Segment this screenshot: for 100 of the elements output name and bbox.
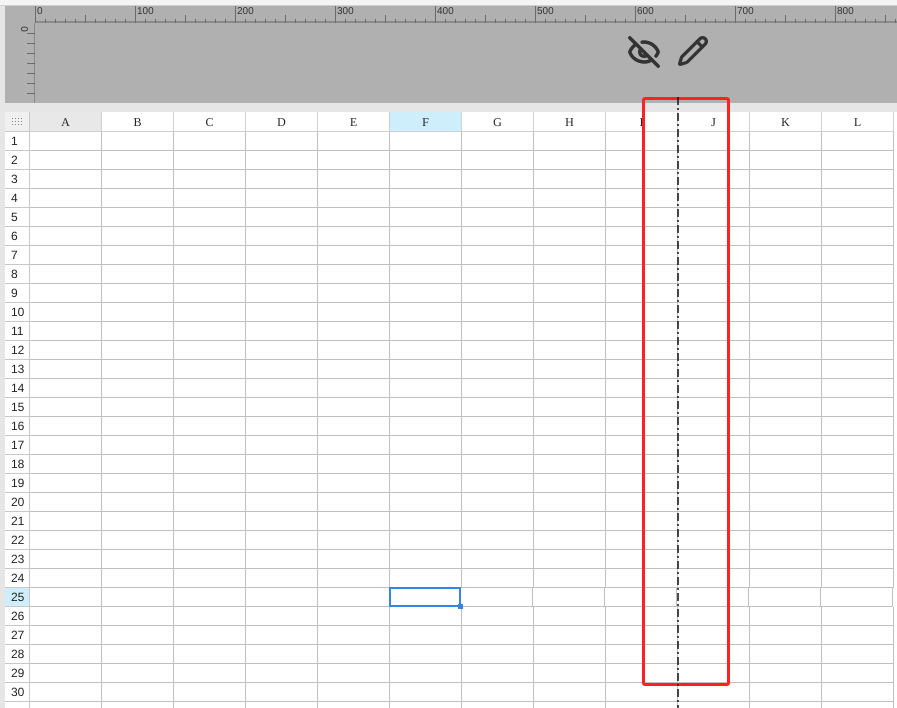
table-cell[interactable] xyxy=(318,493,390,512)
table-cell[interactable] xyxy=(678,170,750,189)
table-cell[interactable] xyxy=(30,569,102,588)
table-cell[interactable] xyxy=(102,284,174,303)
table-cell[interactable] xyxy=(318,208,390,227)
table-cell[interactable] xyxy=(246,626,318,645)
table-cell[interactable] xyxy=(318,531,390,550)
table-cell[interactable] xyxy=(30,512,102,531)
table-cell[interactable] xyxy=(462,151,534,170)
table-cell[interactable] xyxy=(822,284,894,303)
table-cell[interactable] xyxy=(390,265,462,284)
table-cell[interactable] xyxy=(30,398,102,417)
table-cell[interactable] xyxy=(677,588,749,607)
table-cell[interactable] xyxy=(606,132,678,151)
table-cell[interactable] xyxy=(318,683,390,702)
table-cell[interactable] xyxy=(678,607,750,626)
row-header[interactable]: 22 xyxy=(5,531,30,550)
table-cell[interactable] xyxy=(750,512,822,531)
table-cell[interactable] xyxy=(534,474,606,493)
selected-cell[interactable] xyxy=(389,587,461,607)
table-cell[interactable] xyxy=(30,170,102,189)
row-header[interactable]: 16 xyxy=(5,417,30,436)
table-cell[interactable] xyxy=(390,398,462,417)
table-cell[interactable] xyxy=(678,664,750,683)
table-cell[interactable] xyxy=(462,303,534,322)
row-header[interactable]: 19 xyxy=(5,474,30,493)
table-cell[interactable] xyxy=(102,360,174,379)
table-cell[interactable] xyxy=(462,398,534,417)
table-cell[interactable] xyxy=(822,436,894,455)
table-cell[interactable] xyxy=(534,227,606,246)
table-cell[interactable] xyxy=(462,512,534,531)
table-cell[interactable] xyxy=(318,246,390,265)
table-cell[interactable] xyxy=(30,588,102,607)
table-cell[interactable] xyxy=(534,208,606,227)
table-cell[interactable] xyxy=(678,322,750,341)
table-cell[interactable] xyxy=(462,531,534,550)
table-cell[interactable] xyxy=(606,607,678,626)
table-cell[interactable] xyxy=(462,322,534,341)
row-header[interactable]: 28 xyxy=(5,645,30,664)
table-cell[interactable] xyxy=(246,569,318,588)
table-cell[interactable] xyxy=(390,493,462,512)
table-cell[interactable] xyxy=(102,512,174,531)
column-header[interactable]: H xyxy=(534,112,606,132)
table-cell[interactable] xyxy=(750,474,822,493)
table-cell[interactable] xyxy=(750,170,822,189)
table-cell[interactable] xyxy=(678,645,750,664)
table-cell[interactable] xyxy=(246,341,318,360)
table-cell[interactable] xyxy=(534,512,606,531)
table-cell[interactable] xyxy=(678,341,750,360)
table-cell[interactable] xyxy=(390,512,462,531)
table-cell[interactable] xyxy=(318,626,390,645)
table-cell[interactable] xyxy=(390,341,462,360)
table-cell[interactable] xyxy=(390,360,462,379)
table-cell[interactable] xyxy=(318,227,390,246)
table-cell[interactable] xyxy=(174,550,246,569)
table-cell[interactable] xyxy=(102,493,174,512)
table-cell[interactable] xyxy=(246,683,318,702)
table-cell[interactable] xyxy=(246,379,318,398)
table-cell[interactable] xyxy=(318,379,390,398)
table-cell[interactable] xyxy=(174,607,246,626)
table-cell[interactable] xyxy=(822,189,894,208)
row-header[interactable]: 13 xyxy=(5,360,30,379)
table-cell[interactable] xyxy=(102,170,174,189)
table-cell[interactable] xyxy=(605,588,677,607)
table-cell[interactable] xyxy=(246,550,318,569)
table-cell[interactable] xyxy=(390,474,462,493)
table-cell[interactable] xyxy=(606,645,678,664)
row-header[interactable]: 25 xyxy=(5,588,30,607)
table-cell[interactable] xyxy=(462,474,534,493)
table-cell[interactable] xyxy=(750,322,822,341)
row-header[interactable]: 29 xyxy=(5,664,30,683)
table-cell[interactable] xyxy=(174,436,246,455)
pencil-icon[interactable] xyxy=(677,35,709,67)
table-cell[interactable] xyxy=(750,569,822,588)
table-cell[interactable] xyxy=(390,227,462,246)
table-cell[interactable] xyxy=(174,417,246,436)
table-cell[interactable] xyxy=(318,436,390,455)
table-cell[interactable] xyxy=(318,189,390,208)
table-cell[interactable] xyxy=(678,550,750,569)
table-cell[interactable] xyxy=(390,664,462,683)
table-cell[interactable] xyxy=(750,645,822,664)
table-cell[interactable] xyxy=(534,683,606,702)
table-cell[interactable] xyxy=(750,227,822,246)
column-header[interactable]: A xyxy=(30,112,102,132)
select-all-corner[interactable] xyxy=(5,112,30,132)
table-cell[interactable] xyxy=(822,626,894,645)
table-cell[interactable] xyxy=(246,588,318,607)
table-cell[interactable] xyxy=(606,189,678,208)
table-cell[interactable] xyxy=(174,303,246,322)
row-header[interactable]: 9 xyxy=(5,284,30,303)
row-header[interactable]: 23 xyxy=(5,550,30,569)
table-cell[interactable] xyxy=(822,455,894,474)
table-cell[interactable] xyxy=(534,417,606,436)
row-header[interactable]: 17 xyxy=(5,436,30,455)
table-cell[interactable] xyxy=(30,531,102,550)
table-cell[interactable] xyxy=(102,246,174,265)
fill-handle[interactable] xyxy=(458,604,463,609)
table-cell[interactable] xyxy=(246,322,318,341)
table-cell[interactable] xyxy=(102,607,174,626)
table-cell[interactable] xyxy=(462,417,534,436)
